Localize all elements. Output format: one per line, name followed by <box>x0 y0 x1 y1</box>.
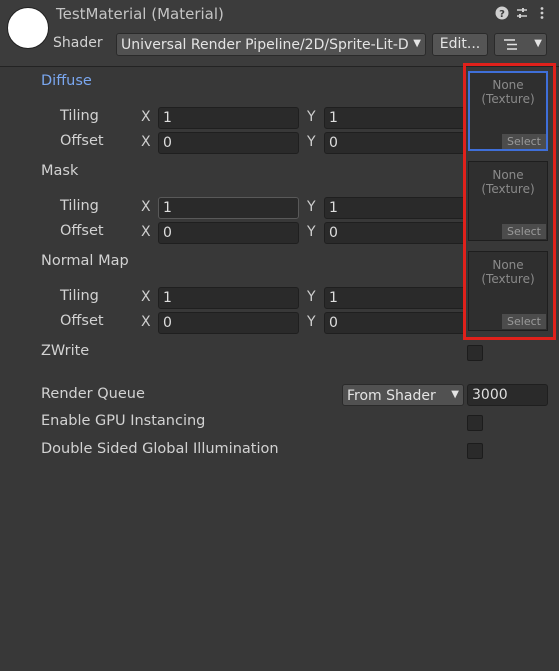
diffuse-tiling-y-field[interactable]: 1 <box>324 107 466 129</box>
gpu-instancing-checkbox[interactable] <box>467 415 483 431</box>
texture-slot-text: None (Texture) <box>481 168 535 196</box>
texture-slot-text: None (Texture) <box>481 258 535 286</box>
shader-label: Shader <box>53 35 103 51</box>
gpu-instancing-label: Enable GPU Instancing <box>41 413 206 429</box>
normal-map-offset-y-field[interactable]: 0 <box>324 312 466 334</box>
axis-y-label: Y <box>307 109 316 125</box>
mask-tiling-y-field[interactable]: 1 <box>324 197 466 219</box>
render-queue-label: Render Queue <box>41 386 145 402</box>
mask-offset-x-field[interactable]: 0 <box>158 222 299 244</box>
shader-dropdown[interactable]: Universal Render Pipeline/2D/Sprite-Lit-… <box>116 33 426 56</box>
chevron-down-icon: ▼ <box>534 38 542 49</box>
header-divider <box>0 66 559 67</box>
diffuse-tiling-x-field[interactable]: 1 <box>158 107 299 129</box>
axis-x-label: X <box>141 109 151 125</box>
normal-map-tiling-x-field[interactable]: 1 <box>158 287 299 309</box>
normal-map-label: Normal Map <box>41 253 129 269</box>
axis-y-label: Y <box>307 199 316 215</box>
normal-map-offset-label: Offset <box>60 313 104 329</box>
kebab-menu-icon[interactable] <box>535 6 549 20</box>
diffuse-offset-y-field[interactable]: 0 <box>324 132 466 154</box>
mask-offset-label: Offset <box>60 223 104 239</box>
axis-x-label: X <box>141 199 151 215</box>
axis-x-label: X <box>141 314 151 330</box>
diffuse-label: Diffuse <box>41 73 92 89</box>
double-sided-gi-checkbox[interactable] <box>467 443 483 459</box>
diffuse-offset-x-field[interactable]: 0 <box>158 132 299 154</box>
preset-icon[interactable] <box>515 6 529 20</box>
axis-y-label: Y <box>307 289 316 305</box>
shader-options-dropdown[interactable]: ▼ <box>494 33 547 56</box>
zwrite-label: ZWrite <box>41 343 90 359</box>
mask-tiling-x-field[interactable]: 1 <box>158 197 299 219</box>
render-queue-dropdown[interactable]: From Shader ▼ <box>342 384 464 406</box>
normal-map-tiling-label: Tiling <box>60 288 99 304</box>
mask-label: Mask <box>41 163 79 179</box>
list-icon <box>503 38 519 55</box>
normal-map-offset-x-field[interactable]: 0 <box>158 312 299 334</box>
diffuse-texture-slot[interactable]: None (Texture) Select <box>468 71 548 151</box>
material-preview-thumbnail <box>7 7 49 49</box>
mask-offset-y-field[interactable]: 0 <box>324 222 466 244</box>
diffuse-offset-label: Offset <box>60 133 104 149</box>
material-title: TestMaterial (Material) <box>56 5 224 23</box>
zwrite-checkbox[interactable] <box>467 345 483 361</box>
axis-y-label: Y <box>307 314 316 330</box>
axis-x-label: X <box>141 224 151 240</box>
render-queue-value-field[interactable]: 3000 <box>467 384 548 406</box>
normal-map-tiling-y-field[interactable]: 1 <box>324 287 466 309</box>
axis-y-label: Y <box>307 224 316 240</box>
axis-y-label: Y <box>307 134 316 150</box>
axis-x-label: X <box>141 289 151 305</box>
axis-x-label: X <box>141 134 151 150</box>
diffuse-tiling-label: Tiling <box>60 108 99 124</box>
texture-slot-text: None (Texture) <box>481 78 535 106</box>
mask-texture-slot[interactable]: None (Texture) Select <box>468 161 548 241</box>
render-queue-mode: From Shader <box>347 388 436 404</box>
edit-shader-button[interactable]: Edit... <box>432 33 488 56</box>
svg-text:?: ? <box>499 9 505 20</box>
chevron-down-icon: ▼ <box>451 389 459 400</box>
normal-map-texture-slot[interactable]: None (Texture) Select <box>468 251 548 331</box>
chevron-down-icon: ▼ <box>413 38 421 49</box>
select-texture-button[interactable]: Select <box>502 224 546 239</box>
help-icon[interactable]: ? <box>495 6 509 20</box>
shader-dropdown-value: Universal Render Pipeline/2D/Sprite-Lit-… <box>121 37 409 53</box>
select-texture-button[interactable]: Select <box>502 134 546 149</box>
mask-tiling-label: Tiling <box>60 198 99 214</box>
select-texture-button[interactable]: Select <box>502 314 546 329</box>
double-sided-gi-label: Double Sided Global Illumination <box>41 441 279 457</box>
